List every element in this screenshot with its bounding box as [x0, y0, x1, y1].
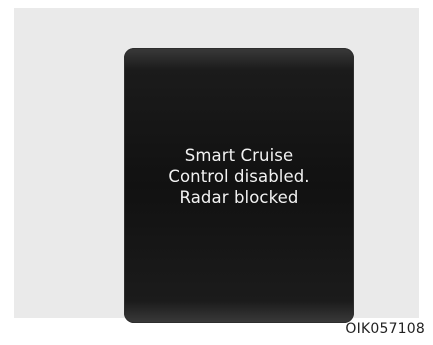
- warning-message-line-3: Radar blocked: [179, 188, 299, 207]
- figure-code: OIK057108: [345, 321, 425, 337]
- illustration-frame: Smart Cruise Control disabled. Radar blo…: [14, 8, 419, 323]
- warning-message-line-1: Smart Cruise: [184, 146, 294, 165]
- warning-message: Smart Cruise Control disabled. Radar blo…: [124, 145, 354, 208]
- warning-message-line-2: Control disabled.: [168, 167, 310, 186]
- cluster-warning-display: Smart Cruise Control disabled. Radar blo…: [124, 48, 354, 323]
